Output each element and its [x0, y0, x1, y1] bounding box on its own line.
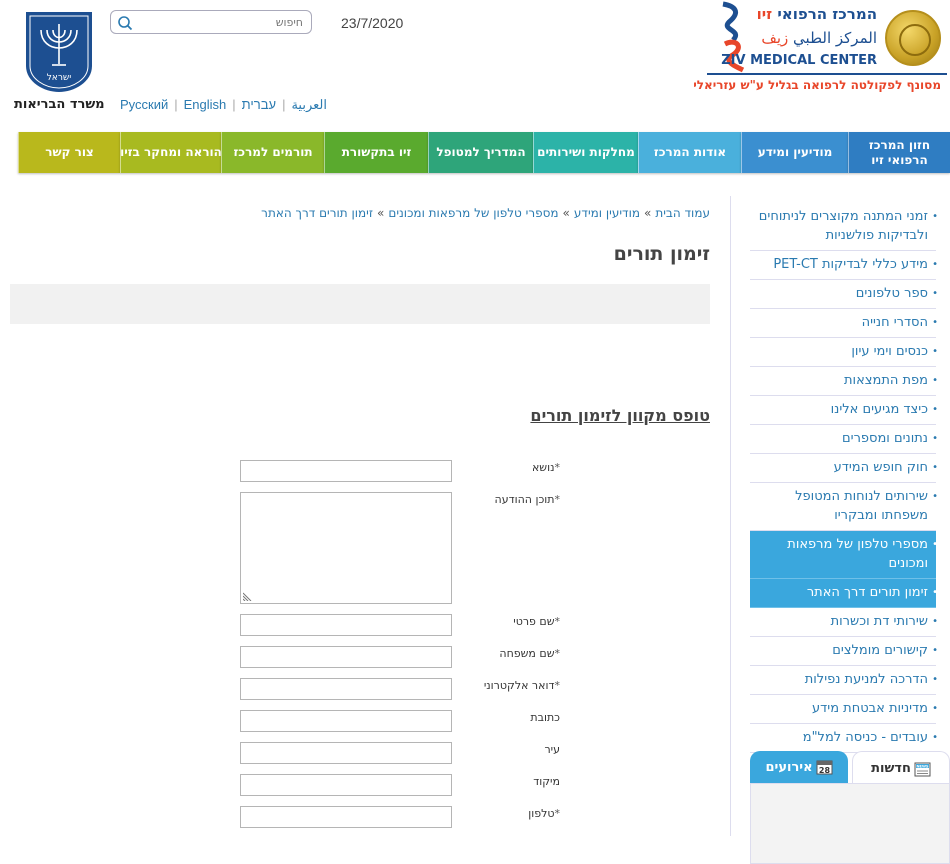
field-label-zip: מיקוד — [533, 775, 560, 788]
logo-hebrew: המרכז הרפואי זיו — [756, 5, 877, 23]
news-events-widget: 28 אירועים NEWS חדשות — [750, 751, 950, 864]
sidebar-item-statistics[interactable]: נתונים ומספרים — [750, 425, 938, 454]
breadcrumb-current[interactable]: זימון תורים דרך האתר — [261, 206, 373, 220]
breadcrumb-separator: » — [562, 206, 570, 220]
sidebar-item-appointments[interactable]: זימון תורים דרך האתר — [750, 579, 938, 608]
nav-item-about[interactable]: אודות המרכז — [638, 132, 741, 173]
svg-text:28: 28 — [818, 766, 830, 775]
field-label-email: *דואר אלקטרוני — [483, 679, 560, 692]
israel-emblem-icon[interactable]: ישראל — [24, 10, 94, 94]
search-box[interactable] — [110, 10, 312, 34]
sidebar-item-employees[interactable]: עובדים - כניסה למל"מ — [750, 724, 938, 753]
tab-news-label: חדשות — [871, 761, 911, 776]
field-label-first-name: *שם פרטי — [513, 615, 560, 628]
field-label-last-name: *שם משפחה — [499, 647, 560, 660]
sidebar-item-parking[interactable]: הסדרי חנייה — [750, 309, 938, 338]
nav-item-contact[interactable]: צור קשר — [18, 132, 120, 173]
breadcrumb-separator: » — [377, 206, 385, 220]
field-label-message: *תוכן ההודעה — [494, 493, 560, 506]
newspaper-icon: NEWS — [914, 762, 931, 776]
breadcrumb: עמוד הבית»מודיעין ומידע»מספרי טלפון של מ… — [261, 206, 710, 220]
sidebar-item-clinic-phones[interactable]: מספרי טלפון של מרפאות ומכונים — [750, 531, 938, 579]
city-field[interactable] — [240, 742, 452, 764]
nav-item-donors[interactable]: תורמים למרכז — [221, 132, 324, 173]
language-switcher: Русский | English | العربية | עברית — [120, 97, 327, 113]
breadcrumb-home[interactable]: עמוד הבית — [655, 206, 710, 220]
tab-events[interactable]: 28 אירועים — [750, 751, 848, 783]
tab-events-label: אירועים — [765, 759, 813, 775]
zip-field[interactable] — [240, 774, 452, 796]
lang-arabic[interactable]: العربية — [291, 97, 327, 112]
content-band — [10, 284, 710, 324]
sidebar-item-conferences[interactable]: כנסים וימי עיון — [750, 338, 938, 367]
ziv-logo[interactable]: המרכז הרפואי זיו المركز الطبي زيف ZIV ME… — [693, 0, 947, 96]
logo-tagline: מסונף לפקולטה לרפואה בגליל ע"ש עזריאלי — [693, 78, 941, 92]
nav-item-research[interactable]: הוראה ומחקר בזיו — [120, 132, 221, 173]
page-title: זימון תורים — [613, 243, 710, 265]
nav-item-vision[interactable]: חזון המרכז הרפואי זיו — [848, 132, 950, 173]
lang-separator: | — [174, 97, 178, 112]
field-label-address: כתובת — [530, 711, 560, 724]
sidebar-item-pet-ct[interactable]: מידע כללי לבדיקות PET-CT — [750, 251, 938, 280]
message-textarea[interactable] — [240, 492, 452, 604]
phone-field[interactable] — [240, 806, 452, 828]
email-field[interactable] — [240, 678, 452, 700]
field-label-city: עיר — [544, 743, 560, 756]
lang-separator: | — [282, 97, 286, 112]
breadcrumb-level2[interactable]: מספרי טלפון של מרפאות ומכונים — [388, 206, 558, 220]
lang-separator: | — [232, 97, 236, 112]
logo-english: ZIV MEDICAL CENTER — [721, 53, 877, 68]
sidebar-item-links[interactable]: קישורים מומלצים — [750, 637, 938, 666]
main-navigation: חזון המרכז הרפואי זיו מודיעין ומידע אודו… — [18, 132, 950, 173]
ministry-of-health-label: משרד הבריאות — [14, 97, 105, 112]
sidebar-item-fall-prevention[interactable]: הדרכה למניעת נפילות — [750, 666, 938, 695]
field-label-subject: *נושא — [531, 461, 560, 474]
nav-item-intelligence[interactable]: מודיעין ומידע — [741, 132, 848, 173]
calendar-icon: 28 — [816, 760, 833, 775]
form-title: טופס מקוון לזימון תורים — [530, 406, 710, 425]
sidebar-menu: זמני המתנה מקוצרים לניתוחים ולבדיקות פול… — [750, 203, 938, 753]
nav-item-media[interactable]: זיו בתקשורת — [324, 132, 428, 173]
tab-panel — [750, 783, 950, 864]
lang-hebrew[interactable]: עברית — [242, 97, 276, 112]
logo-arabic: المركز الطبي زيف — [761, 29, 877, 47]
sidebar-item-religious[interactable]: שירותי דת וכשרות — [750, 608, 938, 637]
sidebar-item-map[interactable]: מפת התמצאות — [750, 367, 938, 396]
breadcrumb-separator: » — [644, 206, 652, 220]
tab-news[interactable]: NEWS חדשות — [852, 751, 950, 785]
sidebar-item-wait-times[interactable]: זמני המתנה מקוצרים לניתוחים ולבדיקות פול… — [750, 203, 938, 251]
accreditation-seal-icon — [885, 10, 941, 66]
emblem-text: ישראל — [47, 73, 72, 83]
nav-item-patient-guide[interactable]: המדריך למטופל — [428, 132, 533, 173]
address-field[interactable] — [240, 710, 452, 732]
first-name-field[interactable] — [240, 614, 452, 636]
search-icon[interactable] — [117, 15, 133, 31]
search-input[interactable] — [143, 14, 303, 30]
field-label-phone: *טלפון — [528, 807, 560, 820]
sidebar-divider — [730, 196, 731, 836]
lang-russian[interactable]: Русский — [120, 97, 168, 112]
subject-field[interactable] — [240, 460, 452, 482]
sidebar-item-foi[interactable]: חוק חופש המידע — [750, 454, 938, 483]
nav-item-departments[interactable]: מחלקות ושירותים — [533, 132, 638, 173]
sidebar-item-directions[interactable]: כיצד מגיעים אלינו — [750, 396, 938, 425]
lang-english[interactable]: English — [184, 97, 227, 112]
sidebar-item-phonebook[interactable]: ספר טלפונים — [750, 280, 938, 309]
svg-text:NEWS: NEWS — [916, 764, 928, 768]
resize-handle-icon[interactable] — [243, 591, 253, 601]
current-date: 23/7/2020 — [341, 15, 404, 31]
last-name-field[interactable] — [240, 646, 452, 668]
sidebar-item-security-policy[interactable]: מדיניות אבטחת מידע — [750, 695, 938, 724]
logo-divider — [707, 73, 947, 75]
breadcrumb-level1[interactable]: מודיעין ומידע — [574, 206, 640, 220]
sidebar-item-patient-services[interactable]: שירותים לנוחות המטופל משפחתו ומבקריו — [750, 483, 938, 531]
